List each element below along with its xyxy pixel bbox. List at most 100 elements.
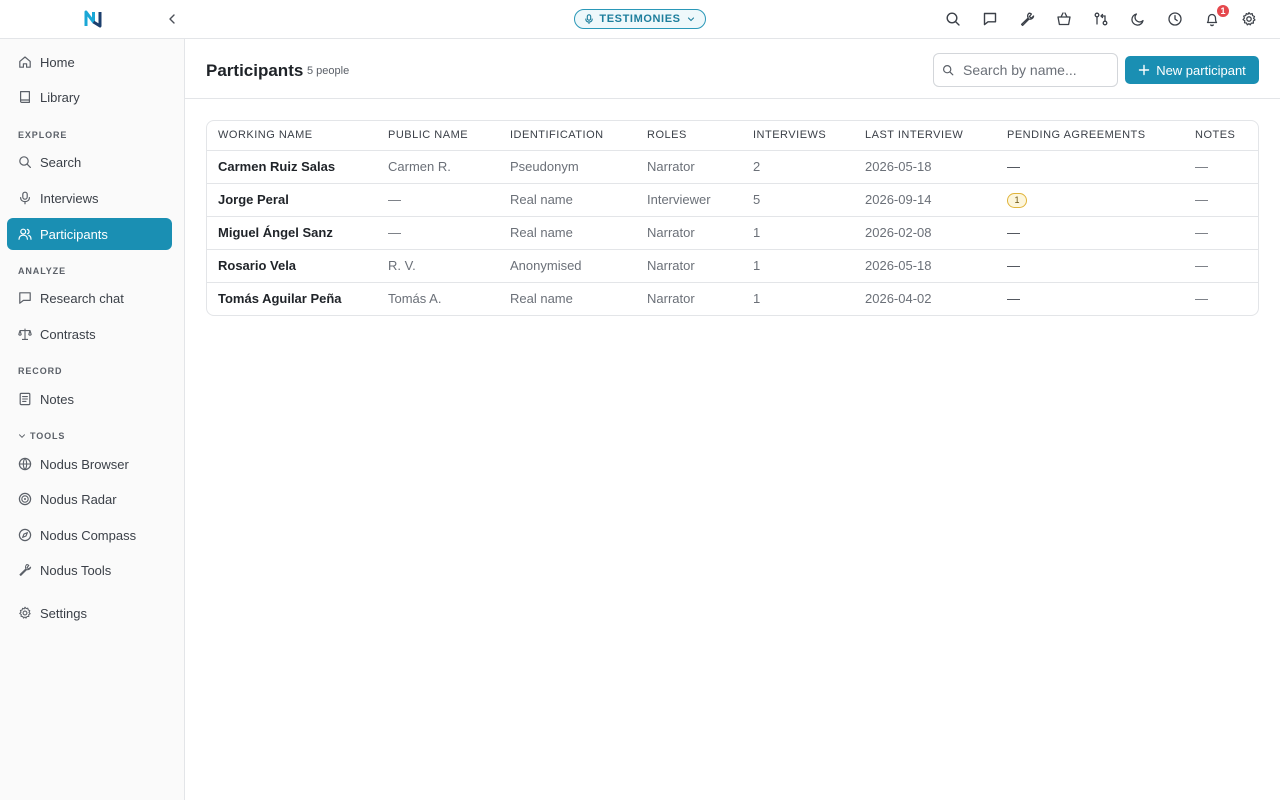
sidebar-item-home[interactable]: Home (7, 46, 172, 78)
pending-agreements-badge[interactable]: 1 (1007, 192, 1027, 208)
chevron-left-icon (169, 14, 175, 24)
cell-interviews: 5 (742, 183, 854, 217)
column-header-public-name[interactable]: PUBLIC NAME (377, 121, 499, 151)
chat-icon (983, 12, 997, 26)
globe-icon (18, 457, 32, 471)
radar-icon (18, 492, 32, 506)
cell-notes: — (1184, 150, 1258, 184)
sidebar-item-nodus-compass[interactable]: Nodus Compass (7, 519, 172, 551)
search-button[interactable] (944, 10, 962, 28)
table-row[interactable]: Miguel Ángel Sanz — Real name Narrator 1… (207, 216, 1258, 250)
sidebar-item-interviews[interactable]: Interviews (7, 182, 172, 214)
cell-working-name: Jorge Peral (207, 183, 377, 217)
book-icon (20, 91, 30, 103)
table-row[interactable]: Tomás Aguilar Peña Tomás A. Real name Na… (207, 282, 1258, 315)
theme-toggle-button[interactable] (1129, 10, 1147, 28)
participant-count: 5 people (307, 65, 350, 77)
scale-icon (18, 328, 32, 340)
section-tools-label: TOOLS (30, 431, 66, 441)
column-header-notes[interactable]: NOTES (1184, 121, 1258, 151)
column-header-roles[interactable]: ROLES (636, 121, 742, 151)
cell-roles: Narrator (636, 216, 742, 250)
history-button[interactable] (1166, 10, 1184, 28)
search-icon (946, 12, 960, 26)
sidebar-item-nodus-radar[interactable]: Nodus Radar (7, 483, 172, 515)
wrench-icon (19, 564, 32, 576)
sidebar-item-label: Participants (40, 226, 108, 242)
project-selector[interactable]: TESTIMONIES (574, 9, 706, 29)
sidebar-item-label: Contrasts (40, 326, 96, 342)
settings-button[interactable] (1240, 10, 1258, 28)
cell-identification: Pseudonym (499, 150, 636, 184)
sidebar-item-participants[interactable]: Participants (7, 218, 172, 250)
sidebar-item-contrasts[interactable]: Contrasts (7, 318, 172, 350)
sidebar-item-notes[interactable]: Notes (7, 383, 172, 415)
notifications-button[interactable]: 1 (1203, 4, 1230, 28)
cell-roles: Narrator (647, 291, 695, 307)
cell-public-name: R. V. (377, 249, 499, 283)
column-header-working-name[interactable]: WORKING NAME (207, 121, 377, 151)
search-input[interactable] (963, 62, 1113, 78)
sidebar-item-label: Nodus Browser (40, 456, 129, 472)
basket-icon (1057, 12, 1071, 26)
sidebar-item-label: Library (40, 89, 80, 105)
sidebar-item-label: Nodus Compass (40, 527, 137, 543)
cell-identification: Anonymised (499, 249, 636, 283)
sidebar-item-label: Settings (40, 605, 87, 621)
cell-working-name: Carmen Ruiz Salas (207, 150, 377, 184)
sidebar-item-nodus-browser[interactable]: Nodus Browser (7, 448, 172, 480)
search-field[interactable] (933, 53, 1118, 87)
cell-last-interview: 2026-05-18 (854, 249, 996, 283)
cell-interviews: 1 (742, 216, 854, 250)
cell-pending-agreements: — (996, 216, 1184, 250)
cell-working-name: Rosario Vela (207, 249, 377, 283)
tools-button[interactable] (1018, 10, 1036, 28)
sidebar-item-settings[interactable]: Settings (7, 597, 172, 629)
section-analyze: ANALYZE (18, 266, 66, 276)
cell-last-interview: 2026-05-18 (854, 150, 996, 184)
section-explore: EXPLORE (18, 130, 68, 140)
sidebar-item-library[interactable]: Library (7, 81, 172, 113)
sidebar-item-label: Nodus Tools (40, 562, 112, 578)
collapse-sidebar-button[interactable] (164, 11, 180, 27)
basket-button[interactable] (1055, 10, 1073, 28)
participants-table: WORKING NAME PUBLIC NAME IDENTIFICATION … (206, 120, 1259, 316)
cell-roles: Narrator (636, 249, 742, 283)
column-header-identification[interactable]: IDENTIFICATION (499, 121, 636, 151)
sidebar-item-search[interactable]: Search (7, 146, 172, 178)
main-content: Participants 5 people New participant WO… (185, 39, 1280, 800)
column-header-pending-agreements[interactable]: PENDING AGREEMENTS (996, 121, 1184, 151)
sidebar-item-research-chat[interactable]: Research chat (7, 282, 172, 314)
search-icon (942, 64, 954, 76)
cell-public-name: — (377, 216, 499, 250)
cell-public-name: Tomás A. (388, 291, 442, 307)
chevron-down-icon (19, 434, 25, 439)
cell-notes: — (1184, 183, 1258, 217)
new-participant-button[interactable]: New participant (1125, 56, 1259, 84)
cell-pending-agreements: 1 (996, 183, 1184, 217)
table-header-row: WORKING NAME PUBLIC NAME IDENTIFICATION … (207, 121, 1258, 151)
sidebar-item-label: Interviews (40, 190, 99, 206)
section-tools[interactable]: TOOLS (18, 431, 65, 441)
cell-last-interview: 2026-09-14 (854, 183, 996, 217)
sidebar-item-nodus-tools[interactable]: Nodus Tools (7, 554, 172, 586)
table-row[interactable]: Carmen Ruiz Salas Carmen R. Pseudonym Na… (207, 150, 1258, 184)
app-logo[interactable] (84, 10, 102, 28)
page-title: Participants (206, 61, 304, 80)
column-header-last-interview[interactable]: LAST INTERVIEW (854, 121, 996, 151)
cell-notes: — (1184, 216, 1258, 250)
users-icon (18, 228, 32, 240)
cell-last-interview: 2026-04-02 (865, 291, 932, 307)
cell-pending-agreements: — (1007, 291, 1020, 307)
column-header-interviews[interactable]: INTERVIEWS (742, 121, 854, 151)
cell-pending-agreements: — (996, 249, 1184, 283)
top-bar: TESTIMONIES 1 (0, 0, 1280, 39)
chat-button[interactable] (981, 10, 999, 28)
sidebar-item-label: Nodus Radar (40, 491, 117, 507)
cell-identification: Real name (510, 291, 573, 307)
section-record: RECORD (18, 366, 63, 376)
table-row[interactable]: Rosario Vela R. V. Anonymised Narrator 1… (207, 249, 1258, 283)
table-row[interactable]: Jorge Peral — Real name Interviewer 5 20… (207, 183, 1258, 217)
compare-button[interactable] (1092, 10, 1110, 28)
cell-identification: Real name (499, 183, 636, 217)
